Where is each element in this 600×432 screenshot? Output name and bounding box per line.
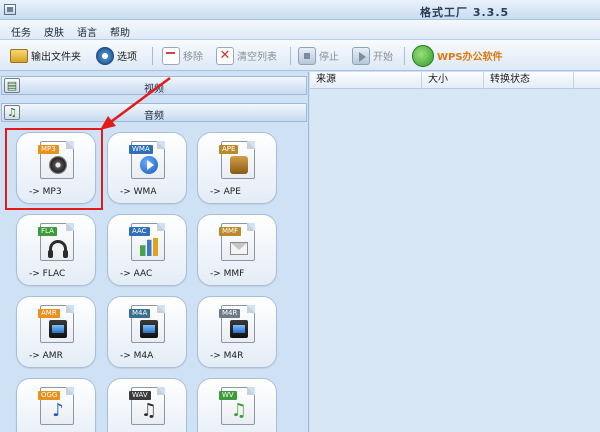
stop-label: 停止 xyxy=(319,52,339,63)
task-list[interactable]: 来源 大小 转换状态 xyxy=(310,72,600,432)
video-icon xyxy=(230,320,248,338)
format-badge: MMF xyxy=(219,227,242,236)
start-button[interactable]: 开始 xyxy=(352,44,393,67)
start-icon xyxy=(352,46,370,65)
stop-button[interactable]: 停止 xyxy=(298,44,339,67)
format-label: -> FLAC xyxy=(29,269,66,279)
wps-icon xyxy=(412,44,434,67)
ape-file-icon: APE xyxy=(219,141,255,179)
m4a-file-icon: M4A xyxy=(129,305,165,343)
remove-button[interactable]: 移除 xyxy=(162,44,203,67)
headphone-icon xyxy=(48,240,68,258)
aac-file-icon: AAC xyxy=(129,223,165,261)
m4r-file-icon: M4R xyxy=(219,305,255,343)
toolbar-separator xyxy=(152,47,153,65)
toolbar-separator xyxy=(404,47,405,65)
clear-icon: ✕ xyxy=(216,46,234,65)
column-source[interactable]: 来源 xyxy=(310,72,422,89)
menu-task[interactable]: 任务 xyxy=(11,24,31,39)
format-badge: WAV xyxy=(129,391,151,400)
wv-file-icon: WV ♫ xyxy=(219,387,255,425)
clear-list-button[interactable]: ✕ 清空列表 xyxy=(216,44,277,67)
output-folder-button[interactable]: 输出文件夹 xyxy=(10,44,81,67)
wps-label: WPS办公软件 xyxy=(437,52,503,63)
envelope-icon xyxy=(230,242,248,255)
format-tile-amr[interactable]: AMR -> AMR xyxy=(16,296,96,368)
format-label: -> AMR xyxy=(29,351,63,361)
format-tile-wav[interactable]: WAV ♫ xyxy=(107,378,187,432)
format-label: -> APE xyxy=(210,187,241,197)
title-bar: 格式工厂 3.3.5 xyxy=(0,0,600,20)
highlight-box xyxy=(5,128,103,210)
wma-file-icon: WMA xyxy=(129,141,165,179)
format-tile-wv[interactable]: WV ♫ xyxy=(197,378,277,432)
task-list-header: 来源 大小 转换状态 xyxy=(310,72,600,89)
format-badge: M4A xyxy=(129,309,151,318)
flac-file-icon: FLA xyxy=(38,223,74,261)
format-label: -> WMA xyxy=(120,187,157,197)
format-tile-ape[interactable]: APE -> APE xyxy=(197,132,277,204)
video-icon xyxy=(140,320,158,338)
play-icon xyxy=(140,156,158,174)
options-button[interactable]: 选项 xyxy=(96,44,137,67)
clear-list-label: 清空列表 xyxy=(237,52,277,63)
speaker-icon xyxy=(230,156,248,174)
toolbar: 输出文件夹 选项 移除 ✕ 清空列表 停止 开始 WPS办公软件 xyxy=(0,40,600,71)
mmf-file-icon: MMF xyxy=(219,223,255,261)
format-badge: AAC xyxy=(129,227,150,236)
menu-language[interactable]: 语言 xyxy=(77,24,97,39)
format-badge: WMA xyxy=(129,145,153,154)
format-tile-m4a[interactable]: M4A -> M4A xyxy=(107,296,187,368)
menu-help[interactable]: 帮助 xyxy=(110,24,130,39)
format-tile-aac[interactable]: AAC -> AAC xyxy=(107,214,187,286)
column-size[interactable]: 大小 xyxy=(422,72,484,89)
format-badge: APE xyxy=(219,145,239,154)
wav-file-icon: WAV ♫ xyxy=(129,387,165,425)
format-badge: AMR xyxy=(38,309,60,318)
window-title: 格式工厂 3.3.5 xyxy=(420,6,510,19)
format-label: -> M4R xyxy=(210,351,244,361)
gear-icon xyxy=(96,46,114,65)
stop-icon xyxy=(298,46,316,65)
app-icon[interactable] xyxy=(4,4,16,15)
format-label: -> MMF xyxy=(210,269,245,279)
format-tile-flac[interactable]: FLA -> FLAC xyxy=(16,214,96,286)
format-label: -> M4A xyxy=(120,351,154,361)
format-tile-mmf[interactable]: MMF -> MMF xyxy=(197,214,277,286)
amr-file-icon: AMR xyxy=(38,305,74,343)
folder-icon xyxy=(10,48,28,63)
video-icon xyxy=(49,320,67,338)
note-icon: ♫ xyxy=(230,400,248,421)
format-tile-ogg[interactable]: OGG ♪ xyxy=(16,378,96,432)
format-tile-wma[interactable]: WMA -> WMA xyxy=(107,132,187,204)
format-badge: WV xyxy=(219,391,237,400)
options-label: 选项 xyxy=(117,52,137,63)
format-badge: FLA xyxy=(38,227,57,236)
note-icon: ♪ xyxy=(52,400,64,421)
annotation-arrow-icon xyxy=(100,76,171,130)
column-status[interactable]: 转换状态 xyxy=(484,72,574,89)
remove-label: 移除 xyxy=(183,52,203,63)
output-folder-label: 输出文件夹 xyxy=(31,52,81,63)
note-icon: ♫ xyxy=(140,400,158,421)
remove-icon xyxy=(162,46,180,65)
wps-button[interactable]: WPS办公软件 xyxy=(412,44,503,67)
format-badge: M4R xyxy=(219,309,241,318)
ogg-file-icon: OGG ♪ xyxy=(38,387,74,425)
menu-bar: 任务 皮肤 语言 帮助 xyxy=(0,20,600,40)
chart-icon xyxy=(140,238,158,256)
format-badge: OGG xyxy=(38,391,61,400)
toolbar-separator xyxy=(290,47,291,65)
start-label: 开始 xyxy=(373,52,393,63)
format-tile-m4r[interactable]: M4R -> M4R xyxy=(197,296,277,368)
menu-skin[interactable]: 皮肤 xyxy=(44,24,64,39)
format-label: -> AAC xyxy=(120,269,153,279)
